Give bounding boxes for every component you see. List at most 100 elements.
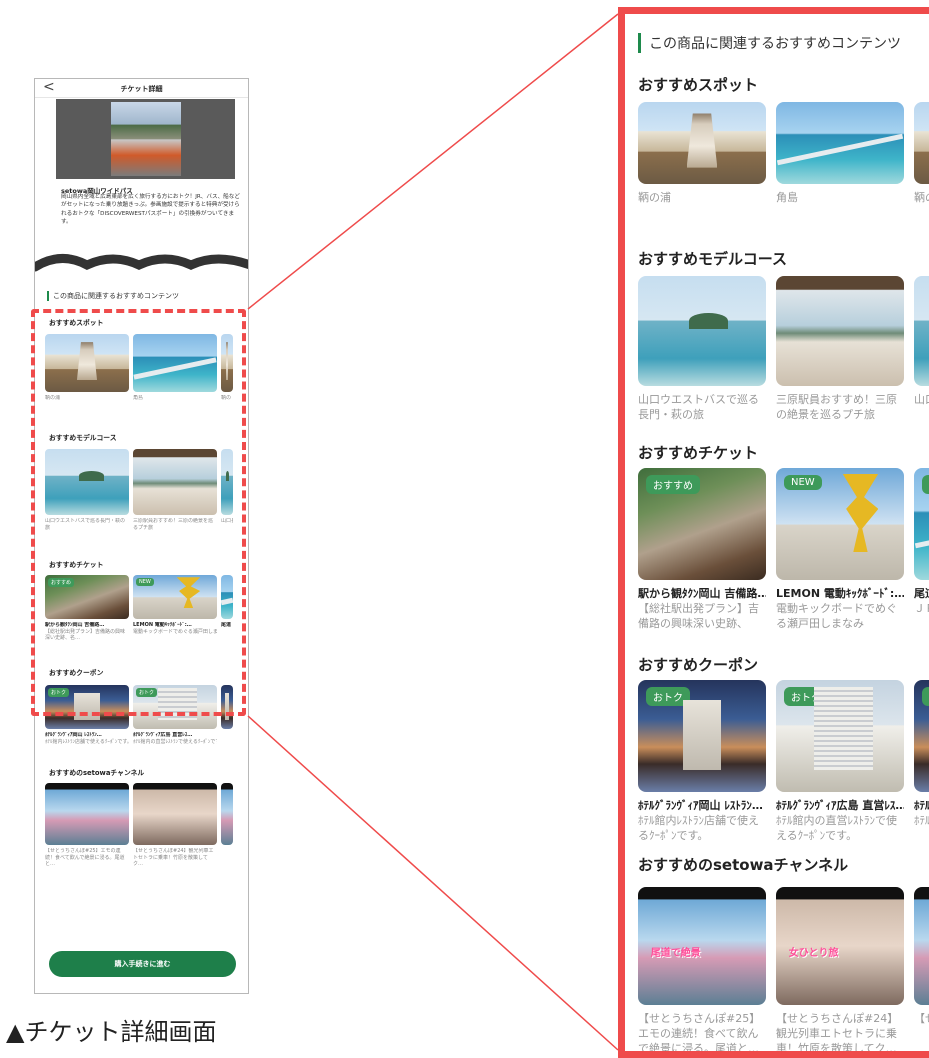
section-title-channel: おすすめのsetowaチャンネル bbox=[638, 856, 849, 874]
coupon-image bbox=[221, 685, 233, 729]
coupon-carousel[interactable]: おトク ﾎﾃﾙｸﾞﾗﾝｳﾞｨｱ岡山 ﾚｽﾄﾗﾝ… ﾎﾃﾙ館内ﾚｽﾄﾗﾝ店舗で使えるｸ… bbox=[638, 680, 929, 843]
new-badge: NEW bbox=[784, 475, 822, 490]
course-caption: 三原駅員おすすめ！三原の絶景を巡るプチ旅 bbox=[133, 518, 214, 531]
course-caption: 山口ウエストバスで巡る長門・萩の旅 bbox=[638, 393, 759, 421]
new-badge: NEW bbox=[136, 578, 154, 586]
deal-badge: お bbox=[922, 687, 929, 706]
spot-card[interactable]: 鞆の浦 bbox=[638, 102, 766, 205]
spot-card[interactable]: 鞆の bbox=[914, 102, 929, 205]
video-caption: 【せとうちさんぽ#25】エモの連続！食べて飲んで絶景に浸る。尾道と… bbox=[45, 848, 125, 867]
course-card[interactable]: 山口長門 bbox=[221, 449, 233, 532]
course-card[interactable]: 山口長門 bbox=[914, 276, 929, 422]
coupon-caption: ﾎﾃﾙ館るｸｰ bbox=[914, 814, 929, 827]
ticket-carousel[interactable]: おすすめ駅から観ﾀｸﾝ岡山 吉備路…【総社駅出発プラン】吉備路の興味深い史跡、名… bbox=[45, 575, 233, 642]
coupon-caption: ﾎﾃﾙ館内ﾚｽﾄﾗﾝ店舗で使えるｸｰﾎﾟﾝです。 bbox=[638, 814, 759, 842]
ticket-caption: 【総社駅出発プラン】吉備路の興味深い史跡、名… bbox=[638, 602, 759, 630]
ticket-card[interactable]: 尾道 bbox=[221, 575, 233, 642]
deal-badge: おトク bbox=[136, 688, 158, 697]
spot-card[interactable]: 角島 bbox=[776, 102, 904, 205]
spot-caption: 鞆の浦 bbox=[45, 395, 61, 401]
section-title-course: おすすめモデルコース bbox=[49, 434, 117, 442]
deal-badge: おトク bbox=[784, 687, 828, 706]
channel-carousel[interactable]: 【せとうちさんぽ#25】エモの連続！食べて飲んで絶景に浸る。尾道と… 【せとうち… bbox=[45, 783, 233, 868]
spot-card[interactable]: 角島 bbox=[133, 334, 217, 402]
video-overlay-text: 尾道で絶景 bbox=[650, 947, 701, 959]
spot-image bbox=[133, 334, 217, 392]
ticket-card[interactable]: お尾道 ＪＲタク bbox=[914, 468, 929, 631]
coupon-caption: ﾎﾃﾙ館内ﾚｽﾄﾗﾝ店舗で使えるｸｰﾎﾟﾝです。 bbox=[45, 738, 129, 745]
spot-carousel[interactable]: 鞆の浦 角島 鞆の bbox=[45, 334, 233, 402]
video-card[interactable]: 【せとうちさんぽ#24】観光列車エトセトラに乗車！竹原を散策してク… bbox=[133, 783, 217, 868]
deal-badge: おトク bbox=[646, 687, 690, 706]
ticket-carousel[interactable]: おすすめ駅から観ﾀｸﾝ岡山 吉備路…【総社駅出発プラン】吉備路の興味深い史跡、名… bbox=[638, 468, 929, 631]
spot-card[interactable]: 鞆の bbox=[221, 334, 233, 402]
ticket-image: NEW bbox=[133, 575, 217, 619]
ticket-card[interactable]: おすすめ駅から観ﾀｸﾝ岡山 吉備路…【総社駅出発プラン】吉備路の興味深い史跡、名… bbox=[638, 468, 766, 631]
coupon-carousel[interactable]: おトク ﾎﾃﾙｸﾞﾗﾝｳﾞｨｱ岡山 ﾚｽﾄﾗﾝ… ﾎﾃﾙ館内ﾚｽﾄﾗﾝ店舗で使えるｸ… bbox=[45, 685, 233, 745]
video-card[interactable]: 尾道で絶景【せとうちさんぽ#25】エモの連続！食べて飲んで絶景に浸る。尾道と… bbox=[638, 887, 766, 1055]
video-thumbnail bbox=[914, 887, 929, 1005]
course-carousel[interactable]: 山口ウエストバスで巡る長門・萩の旅 三原駅員おすすめ！三原の絶景を巡るプチ旅 山… bbox=[638, 276, 929, 422]
spot-carousel[interactable]: 鞆の浦 角島 鞆の bbox=[638, 102, 929, 205]
video-card[interactable] bbox=[221, 783, 233, 868]
course-caption: 三原駅員おすすめ！三原の絶景を巡るプチ旅 bbox=[776, 393, 897, 421]
spot-caption: 角島 bbox=[133, 395, 144, 401]
coupon-card[interactable] bbox=[221, 685, 233, 745]
course-image bbox=[638, 276, 766, 386]
video-caption: 【せとうちさんぽ#25】エモの連続！食べて飲んで絶景に浸る。尾道と… bbox=[638, 1012, 761, 1055]
spot-image bbox=[45, 334, 129, 392]
section-title-ticket: おすすめチケット bbox=[638, 444, 759, 462]
coupon-card[interactable]: おトク ﾎﾃﾙｸﾞﾗﾝｳﾞｨｱ岡山 ﾚｽﾄﾗﾝ… ﾎﾃﾙ館内ﾚｽﾄﾗﾝ店舗で使えるｸ… bbox=[45, 685, 129, 745]
ticket-card[interactable]: NEWLEMON 電動ｷｯｸﾎﾞｰﾄﾞ:…電動キックボードでめぐる瀬戸田しまなみ bbox=[133, 575, 217, 642]
video-caption: 【せとうちさんぽ#24】観光列車エトセトラに乗車！竹原を散策してク… bbox=[776, 1012, 899, 1055]
channel-carousel[interactable]: 尾道で絶景 【せとうちさんぽ#25】エモの連続！食べて飲んで絶景に浸る。尾道と… … bbox=[638, 887, 929, 1055]
ticket-caption: 電動キックボードでめぐる瀬戸田しまなみ bbox=[776, 602, 897, 630]
section-title-spot: おすすめスポット bbox=[638, 76, 759, 94]
video-caption: 【せクルー bbox=[914, 1012, 929, 1025]
course-image bbox=[914, 276, 929, 386]
coupon-caption: ﾎﾃﾙ館内の直営ﾚｽﾄﾗﾝで使えるｸｰﾎﾟﾝです。 bbox=[133, 738, 217, 745]
coupon-name: ﾎﾃﾙｸﾞﾗﾝｳﾞｨｱ広島 直営ﾚｽ… bbox=[776, 799, 904, 812]
video-caption: 【せとうちさんぽ#24】観光列車エトセトラに乗車！竹原を散策してク… bbox=[133, 848, 214, 867]
product-hero-image bbox=[56, 99, 235, 179]
recommend-badge: おすすめ bbox=[646, 475, 700, 494]
video-thumbnail bbox=[45, 783, 129, 845]
spot-caption: 鞆の bbox=[221, 395, 232, 401]
section-title-coupon: おすすめクーポン bbox=[638, 656, 759, 674]
section-title-channel: おすすめのsetowaチャンネル bbox=[49, 769, 145, 777]
course-card[interactable]: 三原駅員おすすめ！三原の絶景を巡るプチ旅 bbox=[776, 276, 904, 422]
spot-card[interactable]: 鞆の浦 bbox=[45, 334, 129, 402]
course-card[interactable]: 山口ウエストバスで巡る長門・萩の旅 bbox=[638, 276, 766, 422]
coupon-card[interactable]: おトク ﾎﾃﾙｸﾞﾗﾝｳﾞｨｱ岡山 ﾚｽﾄﾗﾝ… ﾎﾃﾙ館内ﾚｽﾄﾗﾝ店舗で使えるｸ… bbox=[638, 680, 766, 843]
ticket-name: 尾道 bbox=[221, 622, 232, 628]
video-thumbnail: 女ひとり旅 bbox=[776, 887, 904, 1005]
course-carousel[interactable]: 山口ウエストバスで巡る長門・萩の旅 三原駅員おすすめ！三原の絶景を巡るプチ旅 山… bbox=[45, 449, 233, 532]
section-title-spot: おすすめスポット bbox=[49, 319, 104, 327]
coupon-card[interactable]: おトク ﾎﾃﾙｸﾞﾗﾝｳﾞｨｱ広島 直営ﾚｽ… ﾎﾃﾙ館内の直営ﾚｽﾄﾗﾝで使えるｸ… bbox=[776, 680, 904, 843]
ticket-image: お bbox=[914, 468, 929, 580]
course-card[interactable]: 三原駅員おすすめ！三原の絶景を巡るプチ旅 bbox=[133, 449, 217, 532]
recommend-badge: お bbox=[922, 475, 929, 494]
ticket-caption: ＪＲタク bbox=[914, 602, 929, 615]
spot-caption: 鞆の bbox=[914, 191, 929, 204]
ticket-card[interactable]: NEW LEMON 電動ｷｯｸﾎﾞｰﾄﾞ:… 電動キックボードでめぐる瀬戸田しまなみ bbox=[776, 468, 904, 631]
coupon-card[interactable]: おトク ﾎﾃﾙｸﾞﾗﾝｳﾞｨｱ広島 直営ﾚｽ… ﾎﾃﾙ館内の直営ﾚｽﾄﾗﾝで使えるｸ… bbox=[133, 685, 217, 745]
ticket-image: NEW bbox=[776, 468, 904, 580]
spot-image bbox=[221, 334, 233, 392]
video-card[interactable]: 【せとうちさんぽ#25】エモの連続！食べて飲んで絶景に浸る。尾道と… bbox=[45, 783, 129, 868]
video-card[interactable]: 女ひとり旅【せとうちさんぽ#24】観光列車エトセトラに乗車！竹原を散策してク… bbox=[776, 887, 904, 1055]
purchase-button[interactable]: 購入手続きに進む bbox=[49, 951, 236, 977]
video-thumbnail: 尾道で絶景 bbox=[638, 887, 766, 1005]
coupon-card[interactable]: お ﾎﾃﾙｸﾞ ﾎﾃﾙ館るｸｰ bbox=[914, 680, 929, 843]
video-card[interactable]: 【せクルー bbox=[914, 887, 929, 1051]
ticket-card[interactable]: おすすめ駅から観ﾀｸﾝ岡山 吉備路…【総社駅出発プラン】吉備路の興味深い史跡、名… bbox=[45, 575, 129, 642]
coupon-name: ﾎﾃﾙｸﾞ bbox=[914, 799, 929, 812]
course-card[interactable]: 山口ウエストバスで巡る長門・萩の旅 bbox=[45, 449, 129, 532]
related-content-heading: この商品に関連するおすすめコンテンツ bbox=[638, 33, 901, 53]
spot-caption: 角島 bbox=[776, 191, 798, 204]
course-caption: 山口ウエストバスで巡る長門・萩の旅 bbox=[45, 518, 126, 531]
spot-image bbox=[776, 102, 904, 184]
ticket-name: LEMON 電動ｷｯｸﾎﾞｰﾄﾞ:… bbox=[776, 587, 904, 600]
coupon-image: おトク bbox=[45, 685, 129, 729]
ticket-caption: 電動キックボードでめぐる瀬戸田しまなみ bbox=[133, 628, 217, 635]
